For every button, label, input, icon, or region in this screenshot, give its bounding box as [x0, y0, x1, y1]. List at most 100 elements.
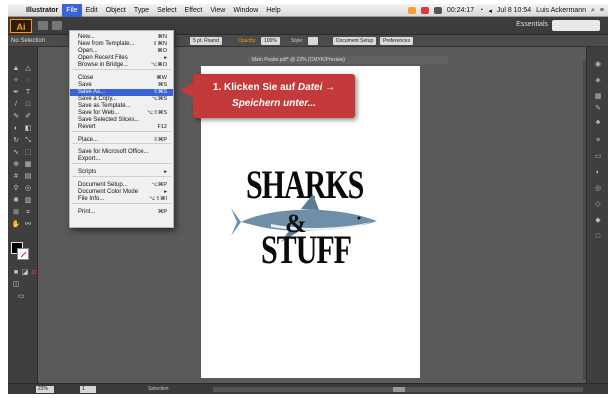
zoom-tool-icon[interactable]: ⚯ — [23, 221, 33, 229]
menu-app-name[interactable]: Illustrator — [22, 4, 62, 17]
gradient-tool-icon[interactable]: ▤ — [23, 173, 33, 181]
file-menu-item[interactable]: New from Template... ⇧⌘N — [70, 41, 173, 48]
volume-icon[interactable]: ◂ — [488, 7, 492, 15]
tray-app-icon[interactable] — [420, 7, 429, 14]
magic-wand-icon[interactable]: ✧ — [11, 77, 21, 85]
menu-window[interactable]: Window — [229, 4, 262, 17]
free-transform-icon[interactable]: ⬚ — [23, 149, 33, 157]
clock[interactable]: Jul 8 10:54 — [497, 7, 531, 14]
direct-selection-tool-icon[interactable]: △ — [23, 65, 33, 73]
file-menu-item[interactable]: Save ⌘S — [70, 82, 173, 89]
help-search-input[interactable] — [552, 20, 600, 31]
tray-app-icon[interactable] — [407, 7, 416, 14]
file-menu-item[interactable]: Open Recent Files ▸ — [70, 55, 173, 62]
zoom-level-field[interactable]: 22% — [36, 386, 54, 393]
stroke-panel-icon[interactable]: ≡ — [593, 137, 603, 145]
tray-app-icon[interactable] — [433, 7, 442, 14]
file-menu-item[interactable]: Close ⌘W — [70, 75, 173, 82]
menu-file[interactable]: File — [62, 4, 82, 17]
file-menu-item[interactable]: Document Color Mode ▸ — [70, 189, 173, 196]
menu-item-shortcut: ▸ — [164, 55, 167, 61]
preferences-button[interactable]: Preferences — [380, 37, 413, 45]
color-panel-icon[interactable]: ◉ — [593, 61, 603, 69]
symbols-icon[interactable]: ♣ — [593, 119, 603, 127]
lasso-icon[interactable]: ◌ — [23, 77, 33, 85]
rotate-tool-icon[interactable]: ↻ — [11, 137, 21, 145]
blend-tool-icon[interactable]: ◎ — [23, 185, 33, 193]
graph-tool-icon[interactable]: ▥ — [23, 197, 33, 205]
blob-brush-icon[interactable]: ◐ — [11, 125, 21, 133]
artboard-tool-icon[interactable]: ⊞ — [11, 209, 21, 217]
workspace-switcher[interactable]: Essentials — [516, 21, 548, 28]
wifi-icon[interactable]: ◔ — [479, 7, 483, 14]
draw-mode-icon[interactable]: ◫ — [11, 281, 21, 289]
appearance-icon[interactable]: ◎ — [593, 185, 603, 193]
opacity-field[interactable]: 100% — [261, 37, 280, 45]
artboards-panel-icon[interactable]: □ — [593, 233, 603, 241]
screen-mode-icon[interactable]: ▭ — [16, 293, 26, 301]
scale-tool-icon[interactable]: ⤡ — [23, 137, 33, 145]
artboard-number-field[interactable]: 1 — [80, 386, 96, 393]
pencil-tool-icon[interactable]: ✐ — [23, 113, 33, 121]
file-menu-item[interactable]: Revert F12 — [70, 124, 173, 131]
warp-tool-icon[interactable]: ∿ — [11, 149, 21, 157]
eyedropper-icon[interactable]: ⚲ — [11, 185, 21, 193]
style-swatch[interactable] — [308, 37, 318, 45]
menu-object[interactable]: Object — [102, 4, 130, 17]
menu-type[interactable]: Type — [130, 4, 153, 17]
shape-builder-icon[interactable]: ⊕ — [11, 161, 21, 169]
file-menu-item[interactable]: Open... ⌘O — [70, 48, 173, 55]
menu-item-label: Save As... — [78, 89, 106, 95]
horizontal-scrollbar[interactable] — [213, 387, 583, 392]
pen-tool-icon[interactable]: ✒ — [11, 89, 21, 97]
menu-help[interactable]: Help — [262, 4, 284, 17]
file-menu-item[interactable]: Document Setup... ⌥⌘P — [70, 182, 173, 189]
document-setup-button[interactable]: Document Setup — [333, 37, 377, 45]
file-menu-item[interactable]: Save as Template... — [70, 103, 173, 110]
line-tool-icon[interactable]: / — [11, 101, 21, 109]
eraser-icon[interactable]: ◧ — [23, 125, 33, 133]
selection-tool-icon[interactable]: ▲ — [11, 65, 21, 73]
battery-time[interactable]: 00:24:17 — [447, 7, 474, 14]
brush-tool-icon[interactable]: ✎ — [11, 113, 21, 121]
user-name[interactable]: Luis Ackermann — [536, 7, 586, 14]
document-tab[interactable]: Mein Poster.pdf* @ 22% (CMYK/Preview) — [248, 56, 448, 64]
file-menu-item[interactable]: Export... — [70, 156, 173, 163]
current-tool-status[interactable]: Selection — [148, 386, 169, 392]
menu-edit[interactable]: Edit — [82, 4, 102, 17]
swatches-icon[interactable]: ▦ — [593, 93, 603, 101]
layers-icon[interactable]: ◆ — [593, 217, 603, 225]
file-menu-item[interactable]: Print... ⌘P — [70, 209, 173, 216]
arrange-docs-icon[interactable] — [52, 21, 62, 30]
file-menu-item[interactable]: New... ⌘N — [70, 34, 173, 41]
type-tool-icon[interactable]: T — [23, 89, 33, 97]
menu-select[interactable]: Select — [153, 4, 180, 17]
rectangle-tool-icon[interactable]: □ — [23, 101, 33, 109]
file-menu-item[interactable]: Scripts ▸ — [70, 169, 173, 176]
color-guide-icon[interactable]: ◈ — [593, 77, 603, 85]
menu-view[interactable]: View — [206, 4, 229, 17]
graphic-styles-icon[interactable]: ◇ — [593, 201, 603, 209]
bridge-icon[interactable] — [38, 21, 48, 30]
mesh-tool-icon[interactable]: # — [11, 173, 21, 181]
symbol-sprayer-icon[interactable]: ✺ — [11, 197, 21, 205]
brushes-icon[interactable]: ✎ — [593, 105, 603, 113]
scroll-thumb[interactable] — [393, 387, 405, 392]
menu-effect[interactable]: Effect — [181, 4, 207, 17]
stroke-color-swatch[interactable] — [17, 248, 29, 260]
file-menu-item[interactable]: File Info... ⌥⇧⌘I — [70, 196, 173, 203]
list-icon[interactable]: ≡ — [600, 7, 604, 14]
stroke-profile-select[interactable]: 5 pt. Round — [190, 37, 222, 45]
file-menu-item[interactable]: Save As... ⇧⌘S — [70, 89, 173, 96]
gradient-panel-icon[interactable]: ▭ — [593, 153, 603, 161]
file-menu-item[interactable]: Save Selected Slices... — [70, 117, 173, 124]
search-icon[interactable]: ⌕ — [591, 7, 595, 15]
perspective-grid-icon[interactable]: ▦ — [23, 161, 33, 169]
file-menu-item[interactable]: Save for Web... ⌥⇧⌘S — [70, 110, 173, 117]
file-menu-item[interactable]: Save a Copy... ⌥⌘S — [70, 96, 173, 103]
transparency-icon[interactable]: ◐ — [593, 169, 603, 177]
file-menu-item[interactable]: Save for Microsoft Office... — [70, 149, 173, 156]
slice-tool-icon[interactable]: ⌗ — [23, 209, 33, 217]
file-menu-item[interactable]: Browse in Bridge... ⌥⌘O — [70, 62, 173, 69]
hand-tool-icon[interactable]: ✋ — [11, 221, 21, 229]
